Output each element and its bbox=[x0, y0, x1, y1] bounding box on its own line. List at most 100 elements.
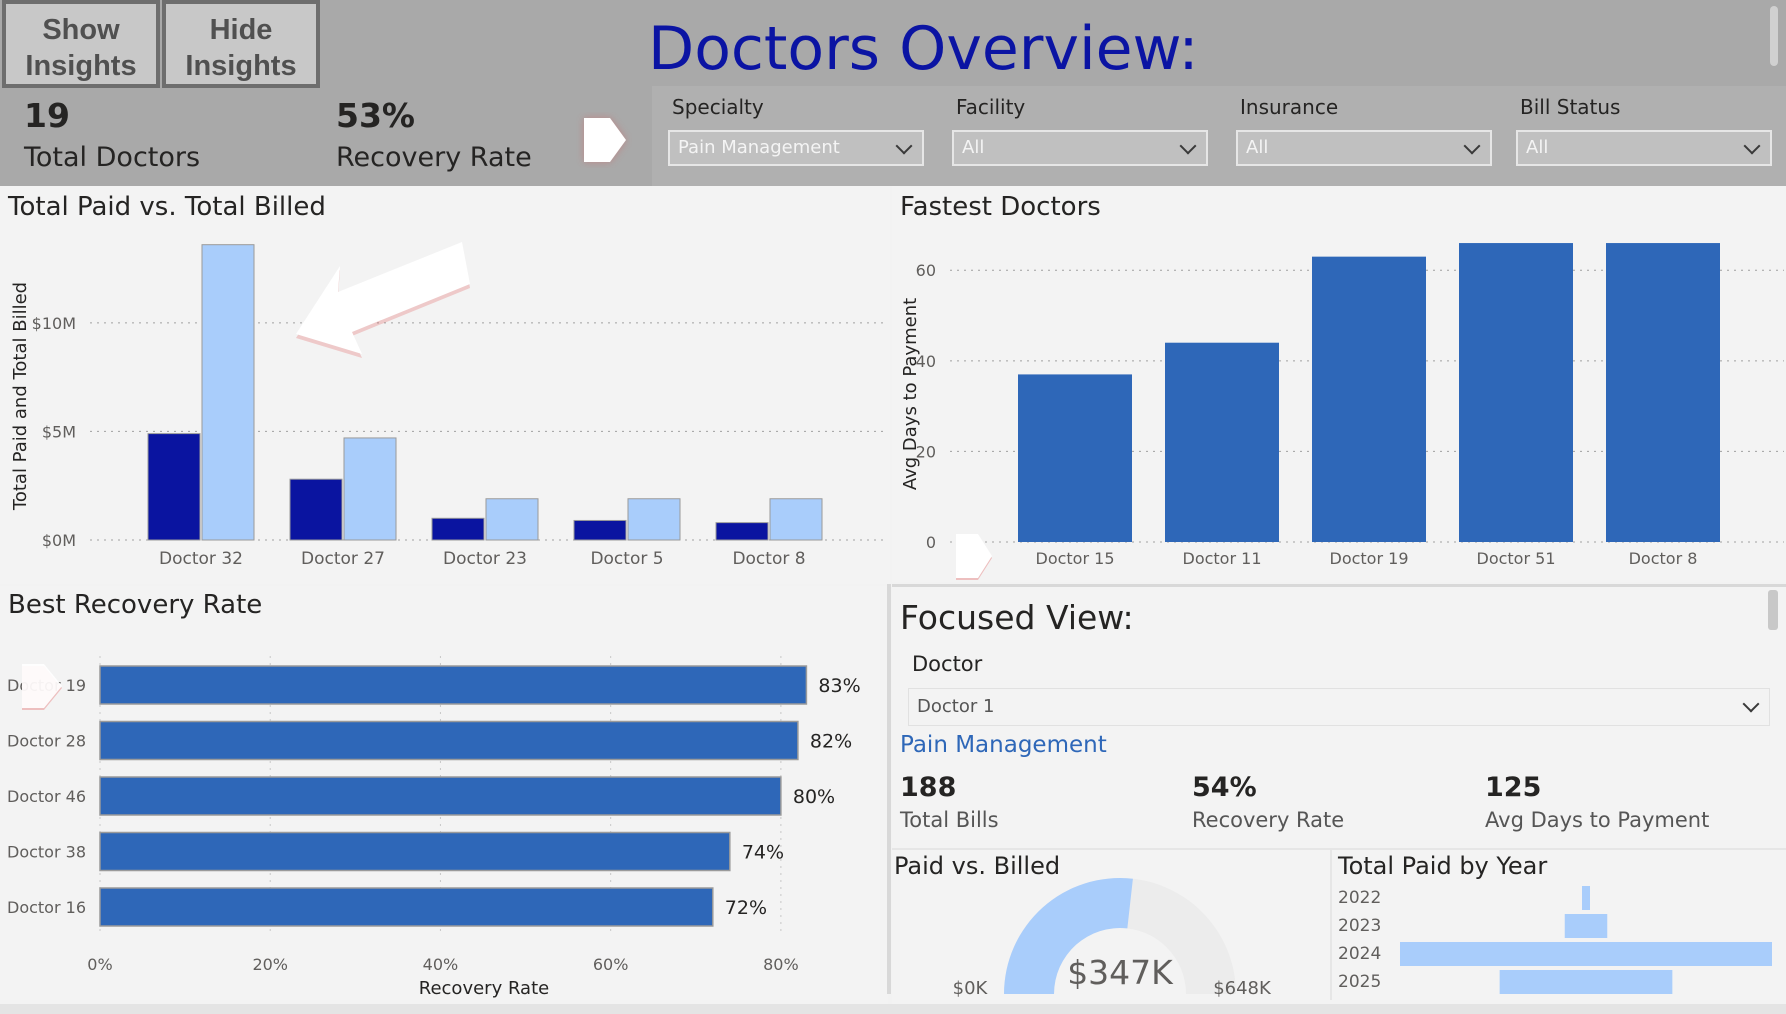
x-tick-label: Doctor 15 bbox=[1036, 549, 1115, 568]
y-tick-label: Doctor 46 bbox=[7, 787, 86, 806]
data-label: 72% bbox=[725, 897, 767, 919]
focus-sub-divider-v bbox=[1330, 850, 1332, 1000]
bar bbox=[1606, 243, 1720, 542]
x-tick-label: Doctor 51 bbox=[1477, 549, 1556, 568]
filter-bill-status-label: Bill Status bbox=[1520, 95, 1621, 119]
header-scrollbar[interactable] bbox=[1770, 6, 1778, 66]
y-tick-label: 2022 bbox=[1338, 888, 1381, 908]
billed-bar bbox=[343, 437, 397, 541]
y-tick-label: 2023 bbox=[1338, 916, 1381, 936]
filter-facility-value: All bbox=[962, 137, 985, 158]
bar bbox=[99, 665, 808, 705]
billed-bar bbox=[769, 498, 823, 541]
filter-specialty-label: Specialty bbox=[672, 95, 764, 119]
y-tick-label: 60 bbox=[916, 261, 936, 280]
data-label: 74% bbox=[742, 842, 784, 864]
y-tick-label: 2025 bbox=[1338, 972, 1381, 992]
y-tick-label: Doctor 16 bbox=[7, 898, 86, 917]
filter-specialty-value: Pain Management bbox=[678, 137, 840, 158]
y-axis-label: Avg Days to Payment bbox=[900, 298, 921, 490]
chevron-down-icon bbox=[1463, 137, 1481, 155]
focus-total-bills-value: 188 bbox=[900, 772, 957, 803]
bar bbox=[99, 831, 731, 872]
y-tick-label: 2024 bbox=[1338, 944, 1381, 964]
filter-insurance-value: All bbox=[1246, 137, 1269, 158]
focus-sub-divider bbox=[892, 848, 1786, 850]
x-tick-label: Doctor 5 bbox=[590, 549, 663, 569]
y-tick-label: 0 bbox=[926, 533, 936, 552]
focused-view-title: Focused View: bbox=[900, 598, 1134, 637]
y-tick-label: $10M bbox=[32, 314, 76, 333]
bar bbox=[1018, 374, 1132, 542]
billed-bar bbox=[201, 244, 255, 541]
paid-bar bbox=[289, 478, 343, 541]
data-label: 83% bbox=[818, 675, 860, 697]
page-title: Doctors Overview: bbox=[648, 14, 1199, 84]
x-tick-label: 40% bbox=[423, 955, 459, 974]
gauge-title: Paid vs. Billed bbox=[894, 852, 1061, 880]
recovery-rate-value: 53% bbox=[336, 96, 415, 135]
marker-shape bbox=[22, 664, 62, 708]
recovery-rate-label: Recovery Rate bbox=[336, 142, 532, 173]
focus-avg-days-label: Avg Days to Payment bbox=[1485, 808, 1710, 832]
bar bbox=[99, 887, 714, 927]
billed-bar bbox=[485, 498, 539, 541]
filter-facility-dropdown[interactable]: All bbox=[952, 130, 1208, 166]
fastest-doctors-title: Fastest Doctors bbox=[900, 192, 1101, 222]
total-doctors-value: 19 bbox=[24, 96, 70, 135]
filter-insurance-dropdown[interactable]: All bbox=[1236, 130, 1492, 166]
filter-bill-status-value: All bbox=[1526, 137, 1549, 158]
bar bbox=[1165, 342, 1279, 542]
bar bbox=[1499, 970, 1673, 994]
filter-bill-status-dropdown[interactable]: All bbox=[1516, 130, 1772, 166]
chevron-down-icon bbox=[1743, 137, 1761, 155]
chevron-down-icon bbox=[1742, 695, 1760, 713]
best-recovery-title: Best Recovery Rate bbox=[8, 590, 263, 620]
y-tick-label: Doctor 38 bbox=[7, 843, 86, 862]
gauge-value: $347K bbox=[1067, 953, 1174, 992]
paid-vs-billed-gauge: $347K $0K $648K bbox=[953, 878, 1272, 999]
bar bbox=[1564, 914, 1608, 938]
paid-bar bbox=[431, 517, 485, 541]
y-axis-label: Total Paid and Total Billed bbox=[10, 282, 31, 511]
insight-marker-icon bbox=[22, 664, 62, 710]
x-tick-label: 80% bbox=[763, 955, 799, 974]
filter-insurance-label: Insurance bbox=[1240, 95, 1339, 119]
filter-specialty-dropdown[interactable]: Pain Management bbox=[668, 130, 924, 166]
insight-arrow-icon bbox=[296, 242, 470, 358]
bar bbox=[99, 720, 799, 761]
bar bbox=[1582, 886, 1590, 910]
data-label: 82% bbox=[810, 731, 852, 753]
show-insights-button[interactable]: Show Insights bbox=[2, 0, 160, 88]
bar bbox=[1459, 243, 1573, 542]
x-tick-label: 60% bbox=[593, 955, 629, 974]
paid-bar bbox=[715, 522, 769, 541]
gauge-min-label: $0K bbox=[953, 978, 989, 999]
hide-insights-button[interactable]: Hide Insights bbox=[162, 0, 320, 88]
focus-recovery-label: Recovery Rate bbox=[1192, 808, 1345, 832]
focus-divider bbox=[892, 584, 1786, 587]
bar bbox=[99, 776, 782, 816]
doctor-filter-value: Doctor 1 bbox=[917, 696, 995, 717]
total-doctors-label: Total Doctors bbox=[24, 142, 201, 173]
y-tick-label: Doctor 28 bbox=[7, 732, 86, 751]
focus-avg-days-value: 125 bbox=[1485, 772, 1542, 803]
y-tick-label: $5M bbox=[42, 422, 76, 441]
fastest-doctors-chart: 0204060Avg Days to PaymentDoctor 15 Docto… bbox=[900, 243, 1784, 580]
x-tick-label: Doctor 27 bbox=[301, 549, 385, 569]
data-label: 80% bbox=[793, 786, 835, 808]
panel-divider bbox=[887, 584, 891, 994]
paid-vs-billed-chart: $0M $5M $10MTotal Paid and Total Billed Doc… bbox=[10, 242, 888, 569]
paid-vs-billed-title: Total Paid vs. Total Billed bbox=[8, 192, 326, 222]
x-tick-label: Doctor 8 bbox=[732, 549, 805, 569]
best-recovery-chart: 0%20%40%60%80%Recovery RateDoctor 1983%D… bbox=[7, 656, 861, 999]
paid-by-year-chart: 2022 2023 2024 2025 bbox=[1338, 886, 1772, 994]
x-tick-label: Doctor 32 bbox=[159, 549, 243, 569]
y-tick-label: $0M bbox=[42, 531, 76, 550]
insight-marker-icon bbox=[584, 118, 626, 162]
paid-bar bbox=[573, 519, 627, 541]
x-tick-label: 0% bbox=[87, 955, 112, 974]
insight-marker-icon bbox=[956, 534, 992, 580]
doctor-filter-dropdown[interactable]: Doctor 1 bbox=[908, 688, 1770, 726]
focus-scrollbar[interactable] bbox=[1768, 590, 1778, 630]
